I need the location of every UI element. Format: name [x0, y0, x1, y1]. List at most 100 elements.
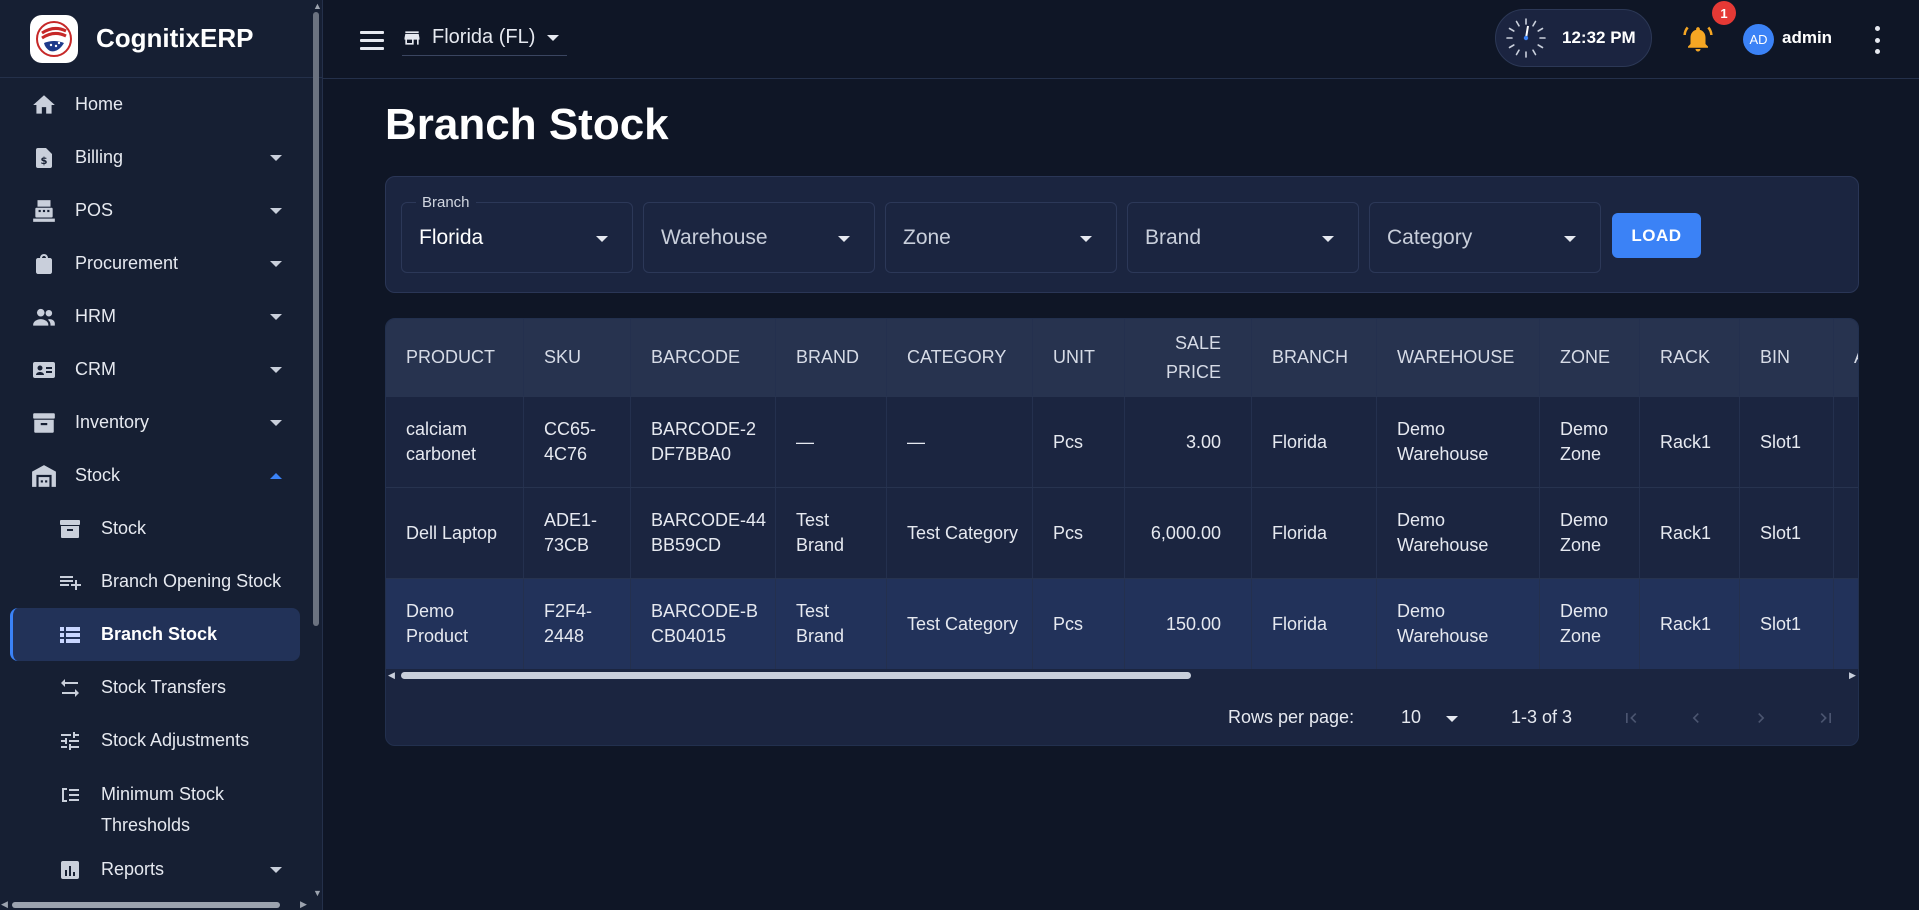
table-row[interactable]: Demo Product F2F4-2448 BARCODE-BCB04015 … [386, 578, 1858, 669]
notifications-bell-icon[interactable] [1683, 24, 1713, 54]
column-header-sku[interactable]: SKU [524, 319, 631, 396]
sidebar-item-label: Reports [101, 859, 165, 879]
column-header-product[interactable]: PRODUCT [386, 319, 524, 396]
sidebar-item-pos[interactable]: POS [0, 184, 310, 237]
branch-switcher[interactable]: Florida (FL) [402, 20, 568, 56]
column-header-branch[interactable]: BRANCH [1252, 319, 1377, 396]
category-select[interactable]: Category [1369, 202, 1601, 273]
cell-sku: CC65-4C76 [524, 397, 631, 487]
clock-time: 12:32 PM [1562, 28, 1636, 47]
warehouse-select-placeholder: Warehouse [661, 226, 768, 249]
sidebar-item-reports[interactable]: Reports [0, 843, 310, 896]
home-icon [30, 91, 58, 119]
column-header-category[interactable]: CATEGORY [887, 319, 1033, 396]
cell-category: Test Category [887, 488, 1033, 578]
avatar[interactable]: AD [1743, 24, 1774, 55]
sidebar-vertical-scrollbar[interactable] [313, 12, 319, 626]
sidebar-item-label: CRM [75, 359, 116, 379]
cell-category: — [887, 397, 1033, 487]
column-header-more[interactable]: A [1834, 319, 1858, 396]
cell-sale-price: 6,000.00 [1125, 488, 1252, 578]
sidebar-item-billing[interactable]: $ Billing [0, 131, 310, 184]
sidebar-item-procurement[interactable]: Procurement [0, 237, 310, 290]
cell-rack: Rack1 [1640, 579, 1740, 669]
brand-select[interactable]: Brand [1127, 202, 1359, 273]
sidebar-item-label: Home [75, 94, 124, 114]
load-button[interactable]: LOAD [1612, 213, 1701, 258]
app-name: CognitixERP [96, 23, 254, 53]
sidebar-item-home[interactable]: Home [0, 78, 310, 131]
cell-zone: Demo Zone [1540, 579, 1640, 669]
transfer-arrows-icon [56, 674, 84, 702]
warehouse-select[interactable]: Warehouse [643, 202, 875, 273]
scroll-up-arrow-icon[interactable]: ▲ [313, 1, 322, 11]
cell-branch: Florida [1252, 579, 1377, 669]
rows-per-page-label: Rows per page: [1228, 707, 1355, 727]
sidebar-item-branch-opening-stock[interactable]: Branch Opening Stock [0, 555, 310, 608]
column-header-rack[interactable]: RACK [1640, 319, 1740, 396]
people-icon [30, 303, 58, 331]
column-header-barcode[interactable]: BARCODE [631, 319, 776, 396]
chevron-up-icon [270, 472, 282, 479]
branch-select[interactable]: Branch Florida [401, 194, 633, 273]
sidebar-item-stock[interactable]: Stock [0, 449, 310, 502]
stock-table-card: PRODUCT SKU BARCODE BRAND CATEGORY UNIT … [385, 318, 1859, 746]
last-page-icon[interactable] [1814, 706, 1838, 730]
rows-per-page-select[interactable]: 10 [1401, 707, 1421, 728]
chevron-down-icon[interactable] [1446, 716, 1458, 722]
sidebar-item-label: Stock [101, 518, 147, 538]
chevron-down-icon [547, 34, 560, 41]
sidebar-item-inventory[interactable]: Inventory [0, 396, 310, 449]
cell-more [1834, 579, 1858, 669]
menu-toggle-button[interactable] [356, 24, 388, 56]
cell-zone: Demo Zone [1540, 397, 1640, 487]
column-header-brand[interactable]: BRAND [776, 319, 887, 396]
sidebar-item-branch-stock[interactable]: Branch Stock [10, 608, 300, 661]
scroll-down-arrow-icon[interactable]: ▼ [313, 888, 322, 898]
sidebar-item-label: Inventory [75, 412, 150, 432]
first-page-icon[interactable] [1619, 706, 1643, 730]
svg-text:$: $ [41, 156, 48, 167]
column-header-warehouse[interactable]: WAREHOUSE [1377, 319, 1540, 396]
pagination-range: 1-3 of 3 [1511, 707, 1573, 727]
sidebar-item-label: Billing [75, 147, 124, 167]
cell-warehouse: Demo Warehouse [1377, 488, 1540, 578]
table-horizontal-scrollbar[interactable] [401, 672, 1191, 679]
sidebar-item-stock-sub[interactable]: Stock [0, 502, 310, 555]
sidebar-item-label: Branch Opening Stock [101, 571, 282, 591]
sidebar-item-crm[interactable]: CRM [0, 343, 310, 396]
column-header-unit[interactable]: UNIT [1033, 319, 1125, 396]
sidebar-item-label: Stock Transfers [101, 677, 227, 697]
brand[interactable]: CognitixERP [0, 0, 322, 78]
branch-switcher-label: Florida (FL) [432, 26, 536, 48]
scroll-left-arrow-icon[interactable]: ◀ [1, 899, 8, 910]
next-page-icon[interactable] [1749, 706, 1773, 730]
previous-page-icon[interactable] [1684, 706, 1708, 730]
cell-warehouse: Demo Warehouse [1377, 579, 1540, 669]
column-header-sale-price[interactable]: SALE PRICE [1125, 319, 1252, 396]
sidebar-item-minimum-stock-thresholds[interactable]: Minimum Stock Thresholds [0, 767, 310, 843]
table-row[interactable]: calciam carbonet CC65-4C76 BARCODE-2DF7B… [386, 396, 1858, 487]
user-name[interactable]: admin [1782, 28, 1832, 48]
zone-select[interactable]: Zone [885, 202, 1117, 273]
cell-branch: Florida [1252, 397, 1377, 487]
table-scroll-left-icon[interactable]: ◀ [388, 670, 395, 681]
list-icon [56, 621, 84, 649]
top-bar: Florida (FL) 12:32 PM 1 AD admin [323, 0, 1919, 79]
column-header-bin[interactable]: BIN [1740, 319, 1834, 396]
chevron-down-icon [596, 236, 608, 242]
chevron-down-icon [1080, 236, 1092, 242]
notification-count-badge: 1 [1712, 1, 1736, 25]
sidebar-nav: Home $ Billing POS Procurement HRM CRM I… [0, 78, 310, 896]
chevron-down-icon [838, 236, 850, 242]
sidebar-horizontal-scrollbar[interactable] [12, 902, 280, 908]
table-row[interactable]: Dell Laptop ADE1-73CB BARCODE-44BB59CD T… [386, 487, 1858, 578]
scroll-right-arrow-icon[interactable]: ▶ [300, 899, 307, 910]
table-scroll-right-icon[interactable]: ▶ [1849, 670, 1856, 681]
sidebar: CognitixERP Home $ Billing POS Procureme… [0, 0, 323, 910]
sidebar-item-hrm[interactable]: HRM [0, 290, 310, 343]
more-options-icon[interactable] [1871, 26, 1883, 54]
column-header-zone[interactable]: ZONE [1540, 319, 1640, 396]
sidebar-item-stock-transfers[interactable]: Stock Transfers [0, 661, 310, 714]
sidebar-item-stock-adjustments[interactable]: Stock Adjustments [0, 714, 310, 767]
